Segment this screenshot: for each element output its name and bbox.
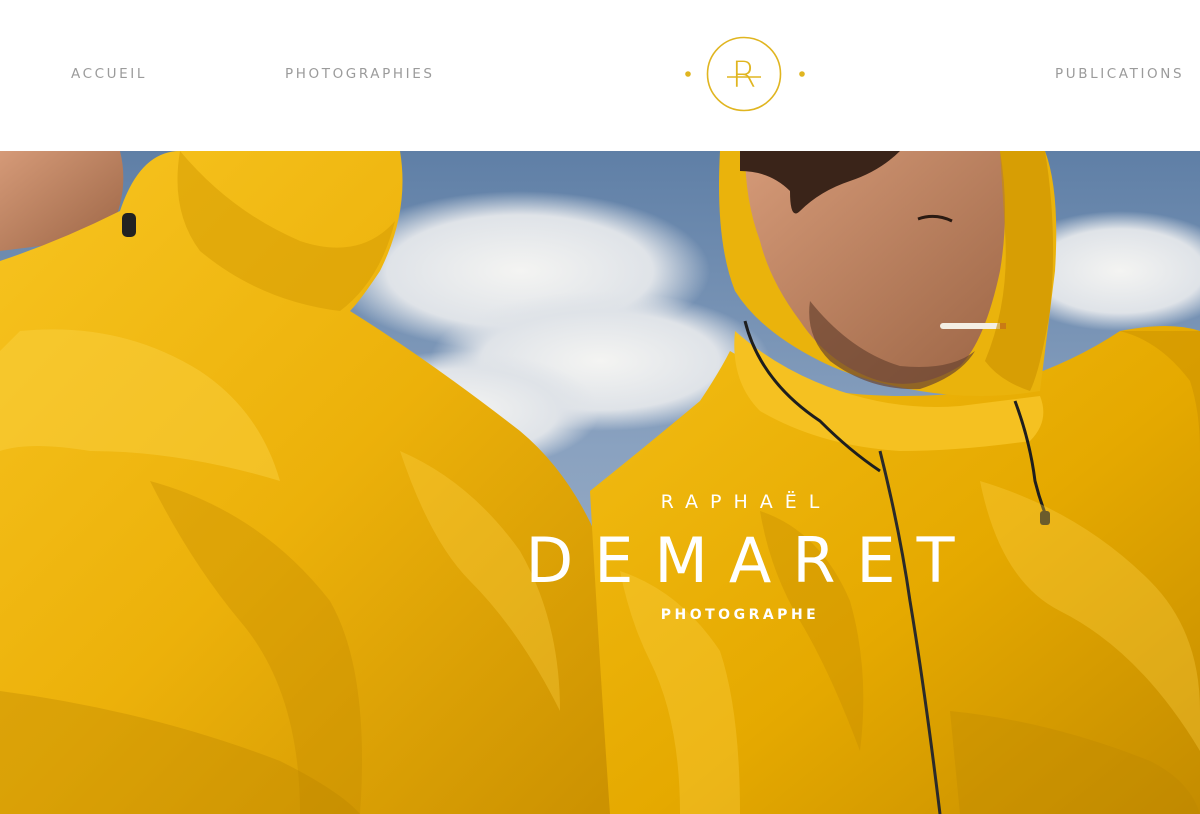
page: ACCUEIL PHOTOGRAPHIES R PUBLICATIONS RAP… bbox=[0, 0, 1200, 814]
hero-title-block: RAPHAËL DEMARET PHOTOGRAPHE bbox=[490, 491, 990, 624]
hero-first-name: RAPHAËL bbox=[660, 491, 832, 513]
site-logo[interactable]: R bbox=[684, 36, 808, 112]
nav-link-accueil[interactable]: ACCUEIL bbox=[71, 66, 147, 82]
site-header: ACCUEIL PHOTOGRAPHIES R PUBLICATIONS bbox=[0, 0, 1200, 151]
nav-link-photographies[interactable]: PHOTOGRAPHIES bbox=[285, 66, 435, 82]
hero-banner: RAPHAËL DEMARET PHOTOGRAPHE bbox=[0, 151, 1200, 814]
nav-link-publications[interactable]: PUBLICATIONS bbox=[1055, 66, 1184, 82]
hero-photo bbox=[0, 151, 1200, 814]
logo-letter: R bbox=[731, 55, 756, 96]
hero-role: PHOTOGRAPHE bbox=[660, 607, 820, 623]
monogram-r-circle-icon: R bbox=[685, 36, 805, 112]
hero-last-name: DEMARET bbox=[525, 524, 976, 597]
